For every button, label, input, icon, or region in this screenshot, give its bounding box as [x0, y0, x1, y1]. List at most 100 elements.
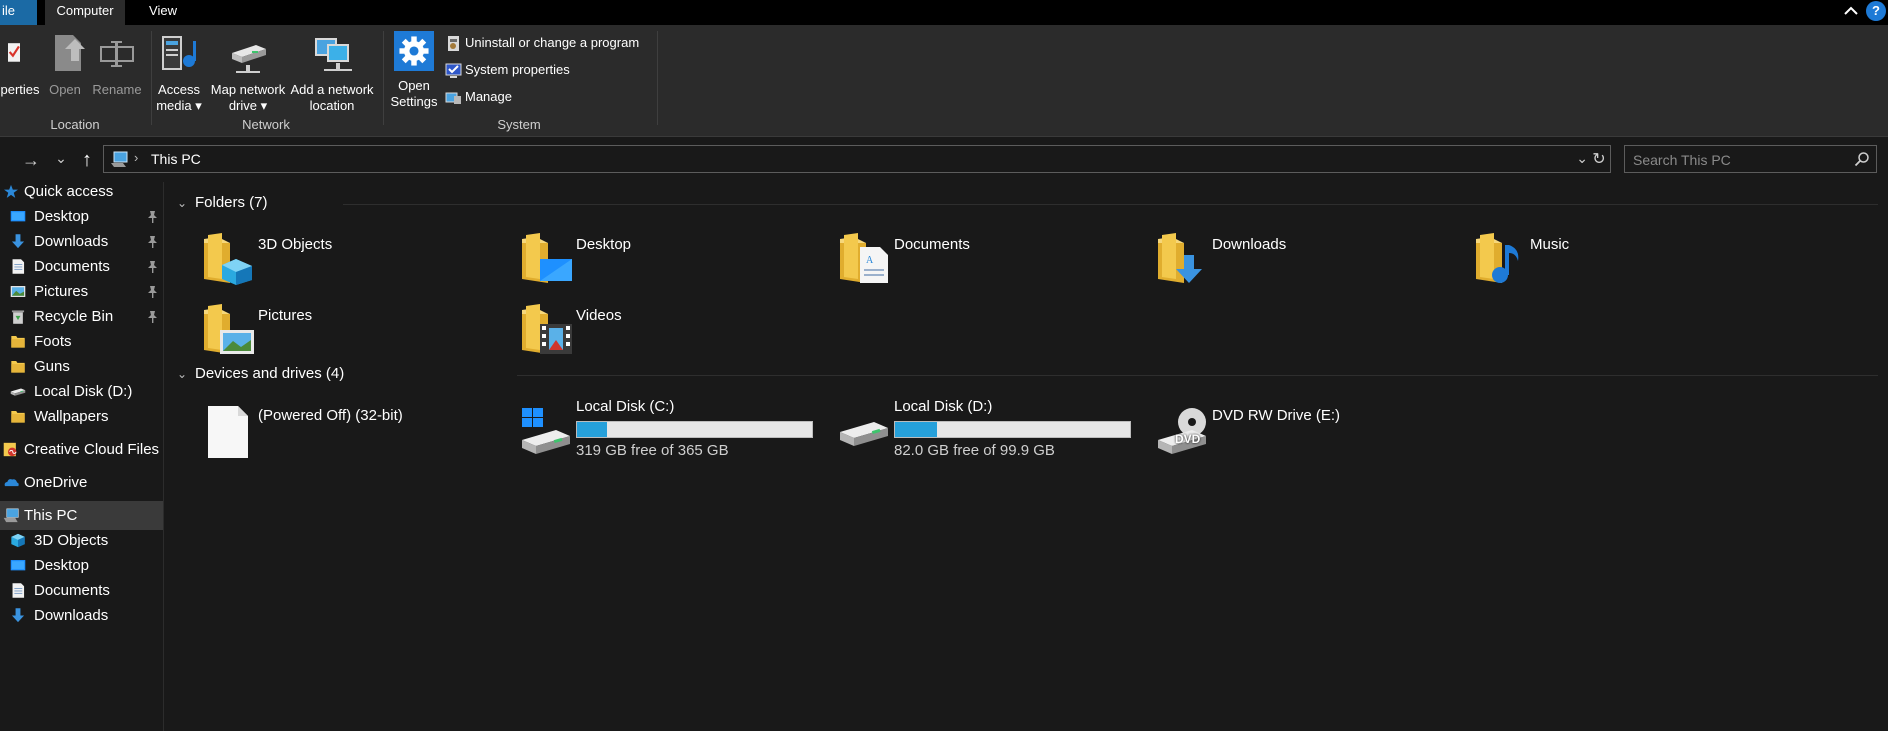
drive-tile[interactable]: DVD DVD RW Drive (E:): [1154, 394, 1454, 474]
manage-button[interactable]: Manage: [445, 87, 512, 109]
tab-file[interactable]: ile: [0, 0, 37, 25]
folder-music-icon: [1476, 233, 1519, 283]
section-header-folders-label: Folders (7): [195, 194, 268, 211]
pin-icon[interactable]: [146, 285, 159, 298]
drive-usage-bar: [894, 421, 1131, 438]
folder-documents-icon: A: [840, 233, 888, 283]
tab-view[interactable]: View: [138, 0, 188, 25]
system-properties-button[interactable]: System properties: [445, 60, 570, 82]
folder-name: Downloads: [1212, 236, 1287, 253]
collapse-ribbon-icon[interactable]: [1842, 2, 1860, 20]
group-label-system: System: [497, 117, 541, 132]
folder-tile[interactable]: 3D Objects: [200, 227, 500, 289]
collapse-chevron-icon[interactable]: ⌄: [177, 367, 189, 381]
ribbon: perties Open Rename Location Access medi…: [0, 25, 1888, 137]
folder-name: Desktop: [576, 236, 632, 253]
pin-icon[interactable]: [146, 260, 159, 273]
search-input[interactable]: [1633, 150, 1843, 170]
system-properties-icon: [445, 63, 462, 79]
folder-name: Pictures: [258, 307, 313, 324]
rename-label: Rename: [92, 82, 142, 97]
uninstall-program-button[interactable]: Uninstall or change a program: [445, 33, 639, 55]
group-separator: [657, 31, 658, 125]
address-dropdown-chevron-icon[interactable]: ⌄: [1576, 150, 1588, 167]
sidebar-item[interactable]: Creative Cloud Files: [0, 435, 163, 464]
open-settings-label-line1: Open: [398, 78, 430, 93]
search-box[interactable]: [1624, 145, 1877, 173]
folder-icon: [11, 336, 25, 348]
dvd-label: DVD: [1175, 432, 1201, 446]
folder-tile[interactable]: Videos: [518, 298, 818, 360]
drive-free-space: 319 GB free of 365 GB: [576, 442, 729, 459]
properties-icon: [8, 43, 20, 62]
add-network-location-button[interactable]: Add a network location: [289, 31, 375, 114]
search-icon[interactable]: [1854, 151, 1870, 167]
download-icon: [11, 608, 25, 623]
forward-arrow-icon[interactable]: →: [20, 149, 42, 171]
folder-tile[interactable]: Pictures: [200, 298, 500, 360]
drive-tile[interactable]: Local Disk (D:) 82.0 GB free of 99.9 GB: [836, 394, 1136, 474]
map-network-drive-button[interactable]: Map network drive ▾: [206, 31, 290, 114]
section-header-drives[interactable]: ⌄ Devices and drives (4): [177, 365, 344, 382]
open-icon: [55, 35, 85, 71]
collapse-chevron-icon[interactable]: ⌄: [177, 196, 189, 210]
add-network-location-label-line1: Add a network: [290, 82, 374, 97]
rename-button[interactable]: Rename: [91, 31, 143, 98]
sidebar-item[interactable]: Downloads: [0, 601, 163, 630]
folder-tile[interactable]: Downloads: [1154, 227, 1454, 289]
windows-drive-icon: [522, 408, 570, 454]
add-network-location-icon: [315, 38, 352, 71]
open-settings-label-line2: Settings: [390, 94, 438, 109]
folder-tile[interactable]: Desktop: [518, 227, 818, 289]
drive-usage-bar: [576, 421, 813, 438]
folder-videos-icon: [522, 304, 572, 354]
sidebar-item[interactable]: Wallpapers: [0, 402, 163, 431]
folder-3d-objects-icon: [204, 233, 252, 285]
access-media-label-line1: Access: [158, 82, 200, 97]
drive-usage-fill: [577, 422, 607, 437]
breadcrumb-this-pc[interactable]: This PC: [151, 151, 201, 167]
ribbon-tab-bar: ile Computer View ?: [0, 0, 1888, 25]
help-icon[interactable]: ?: [1866, 1, 1886, 21]
desktop-icon: [10, 560, 26, 571]
this-pc-icon: [3, 508, 19, 523]
map-network-drive-icon: [232, 45, 266, 73]
folder-downloads-icon: [1158, 233, 1202, 283]
uninstall-program-label: Uninstall or change a program: [465, 35, 640, 50]
settings-gear-icon: [394, 31, 434, 71]
folder-icon: [11, 361, 25, 373]
pin-icon[interactable]: [146, 235, 159, 248]
tab-computer[interactable]: Computer: [45, 0, 125, 25]
breadcrumb-separator[interactable]: ›: [134, 150, 138, 165]
open-settings-button[interactable]: Open Settings: [388, 31, 440, 110]
up-arrow-icon[interactable]: ↑: [76, 149, 98, 171]
refresh-icon[interactable]: ↻: [1590, 149, 1608, 169]
folder-icon: [11, 411, 25, 423]
pin-icon[interactable]: [146, 210, 159, 223]
document-icon: [12, 583, 25, 598]
folder-tile[interactable]: Music: [1472, 227, 1772, 289]
folder-tile[interactable]: A Documents: [836, 227, 1136, 289]
access-media-button[interactable]: Access media ▾: [153, 31, 205, 114]
drive-tile[interactable]: Local Disk (C:) 319 GB free of 365 GB: [518, 394, 818, 474]
drive-tile[interactable]: (Powered Off) (32-bit): [200, 394, 500, 474]
pin-icon[interactable]: [146, 310, 159, 323]
creative-cloud-icon: [3, 442, 17, 457]
manage-icon: [445, 92, 461, 105]
properties-button[interactable]: perties: [0, 31, 40, 98]
folder-desktop-icon: [522, 233, 572, 283]
group-separator: [383, 31, 384, 125]
drive-free-space: 82.0 GB free of 99.9 GB: [894, 442, 1055, 459]
recent-locations-chevron-icon[interactable]: ⌄: [50, 147, 72, 169]
address-bar[interactable]: › This PC ⌄ ↻: [103, 145, 1611, 173]
download-icon: [11, 234, 25, 249]
folder-name: 3D Objects: [258, 236, 333, 253]
system-properties-label: System properties: [465, 62, 570, 77]
section-header-folders[interactable]: ⌄ Folders (7): [177, 194, 268, 211]
folder-name: Music: [1530, 236, 1570, 253]
open-button[interactable]: Open: [45, 31, 85, 98]
group-label-network: Network: [242, 117, 290, 132]
sidebar-item[interactable]: OneDrive: [0, 468, 163, 497]
3d-objects-icon: [11, 533, 25, 548]
section-header-drives-label: Devices and drives (4): [195, 365, 345, 382]
